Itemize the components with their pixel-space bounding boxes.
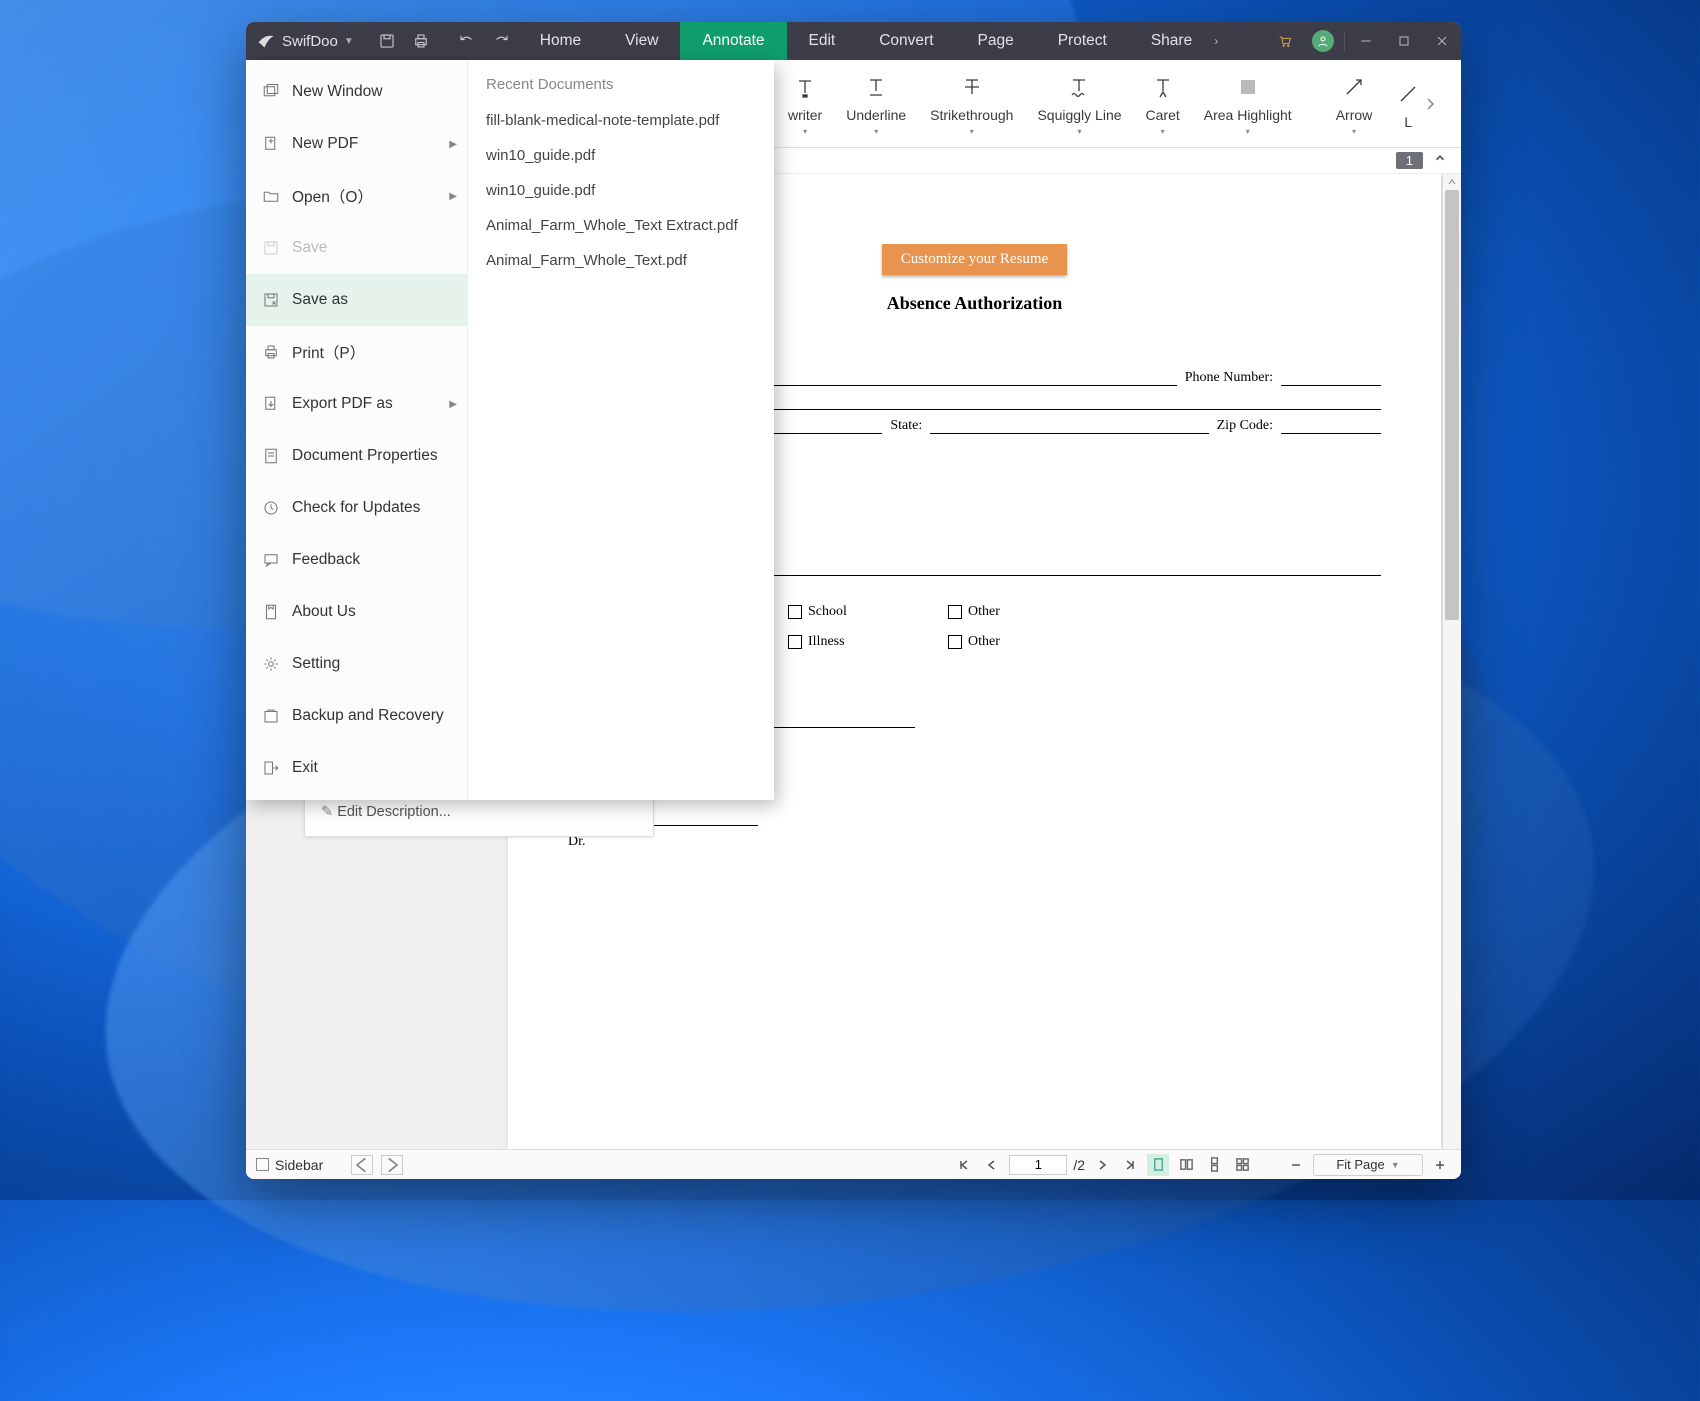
app-menu-arrow-icon[interactable]: ▼: [344, 36, 354, 47]
minimize-icon[interactable]: [1347, 22, 1385, 60]
page-input[interactable]: [1009, 1155, 1067, 1175]
file-menu-print[interactable]: Print（P）: [246, 326, 467, 378]
menu-share[interactable]: Share: [1129, 22, 1214, 60]
menu-view[interactable]: View: [603, 22, 680, 60]
tool-arrow[interactable]: Arrow▾: [1324, 71, 1385, 136]
tool-underline[interactable]: Underline▾: [834, 71, 918, 136]
user-avatar[interactable]: [1304, 22, 1342, 60]
label-phone: Phone Number:: [1185, 370, 1273, 386]
undo-icon[interactable]: [450, 22, 484, 60]
sidebar-checkbox[interactable]: [256, 1158, 269, 1171]
recent-document[interactable]: win10_guide.pdf: [482, 138, 760, 173]
cart-icon[interactable]: [1266, 22, 1304, 60]
file-menu-props[interactable]: Document Properties: [246, 430, 467, 482]
close-icon[interactable]: [1423, 22, 1461, 60]
label-zip: Zip Code:: [1217, 418, 1273, 434]
file-menu-newpdf[interactable]: New PDF▶: [246, 118, 467, 170]
menu-annotate[interactable]: Annotate: [680, 22, 786, 60]
zoom-out-icon[interactable]: [1285, 1154, 1307, 1176]
file-menu-save: Save: [246, 222, 467, 274]
tool-squiggly[interactable]: Squiggly Line▾: [1025, 71, 1133, 136]
view-grid-icon[interactable]: [1231, 1154, 1253, 1176]
file-menu-setting[interactable]: Setting: [246, 638, 467, 690]
file-menu-export[interactable]: Export PDF as▶: [246, 378, 467, 430]
menu-convert[interactable]: Convert: [857, 22, 955, 60]
file-menu-open[interactable]: Open（O）▶: [246, 170, 467, 222]
menu-page[interactable]: Page: [956, 22, 1036, 60]
file-menu-feedback[interactable]: Feedback: [246, 534, 467, 586]
field-zip[interactable]: [1281, 420, 1381, 434]
zoom-select[interactable]: Fit Page▼: [1313, 1154, 1423, 1176]
first-page-icon[interactable]: [953, 1154, 975, 1176]
page-total: /2: [1073, 1157, 1085, 1173]
save-icon[interactable]: [370, 22, 404, 60]
menubar-overflow-icon[interactable]: ›: [1214, 34, 1218, 48]
tool-area-highlight[interactable]: Area Highlight▾: [1192, 71, 1304, 136]
prev-page-icon[interactable]: [981, 1154, 1003, 1176]
ribbon-next-icon[interactable]: [1420, 97, 1440, 111]
checkbox-other-due[interactable]: Other: [948, 634, 1108, 650]
last-page-icon[interactable]: [1119, 1154, 1141, 1176]
recent-documents-panel: Recent Documents fill-blank-medical-note…: [468, 60, 774, 800]
tool-line[interactable]: L: [1384, 78, 1420, 130]
zoom-in-icon[interactable]: [1429, 1154, 1451, 1176]
tool-strikethrough[interactable]: Strikethrough▾: [918, 71, 1025, 136]
checkbox-other-from[interactable]: Other: [948, 604, 1108, 620]
app-name: SwifDoo: [282, 33, 338, 50]
statusbar: Sidebar /2 Fit Page▼: [246, 1149, 1461, 1179]
tool-caret[interactable]: Caret▾: [1134, 71, 1192, 136]
field-date-to[interactable]: [755, 714, 915, 728]
menubar: Home View Annotate Edit Convert Page Pro…: [518, 22, 1218, 60]
customize-resume-button[interactable]: Customize your Resume: [882, 244, 1067, 275]
recent-document[interactable]: fill-blank-medical-note-template.pdf: [482, 103, 760, 138]
nav-forward-icon[interactable]: [381, 1155, 403, 1175]
next-page-icon[interactable]: [1091, 1154, 1113, 1176]
field-state[interactable]: [930, 420, 1208, 434]
recent-document[interactable]: Animal_Farm_Whole_Text.pdf: [482, 243, 760, 278]
view-facing-icon[interactable]: [1175, 1154, 1197, 1176]
recent-header: Recent Documents: [482, 70, 760, 103]
menu-protect[interactable]: Protect: [1036, 22, 1129, 60]
scroll-thumb[interactable]: [1445, 190, 1459, 620]
tool-typewriter[interactable]: writer▾: [776, 71, 834, 136]
sidebar-label: Sidebar: [275, 1157, 323, 1173]
recent-document[interactable]: win10_guide.pdf: [482, 173, 760, 208]
app-window: SwifDoo ▼ Home View Annotate Edit Conver…: [246, 22, 1461, 1179]
maximize-icon[interactable]: [1385, 22, 1423, 60]
page-number-badge: 1: [1396, 152, 1423, 169]
file-menu-list: New WindowNew PDF▶Open（O）▶SaveSave asPri…: [246, 60, 468, 800]
edit-description-link[interactable]: Edit Description...: [321, 801, 637, 824]
file-menu-about[interactable]: About Us: [246, 586, 467, 638]
file-menu-exit[interactable]: Exit: [246, 742, 467, 794]
view-continuous-icon[interactable]: [1203, 1154, 1225, 1176]
redo-icon[interactable]: [484, 22, 518, 60]
label-state: State:: [890, 418, 922, 434]
checkbox-illness[interactable]: Illness: [788, 634, 948, 650]
print-icon[interactable]: [404, 22, 438, 60]
checkbox-school[interactable]: School: [788, 604, 948, 620]
menu-edit[interactable]: Edit: [787, 22, 858, 60]
file-menu-saveas[interactable]: Save as: [246, 274, 467, 326]
titlebar: SwifDoo ▼ Home View Annotate Edit Conver…: [246, 22, 1461, 60]
file-menu-backup[interactable]: Backup and Recovery: [246, 690, 467, 742]
vertical-scrollbar[interactable]: [1443, 174, 1461, 1149]
file-menu-newwin[interactable]: New Window: [246, 66, 467, 118]
view-single-icon[interactable]: [1147, 1154, 1169, 1176]
nav-back-icon[interactable]: [351, 1155, 373, 1175]
collapse-panel-icon[interactable]: [1433, 151, 1447, 170]
field-phone[interactable]: [1281, 372, 1381, 386]
app-logo-icon: [256, 31, 276, 51]
menu-home[interactable]: Home: [518, 22, 603, 60]
recent-document[interactable]: Animal_Farm_Whole_Text Extract.pdf: [482, 208, 760, 243]
file-menu-update[interactable]: Check for Updates: [246, 482, 467, 534]
file-menu: New WindowNew PDF▶Open（O）▶SaveSave asPri…: [246, 60, 774, 800]
